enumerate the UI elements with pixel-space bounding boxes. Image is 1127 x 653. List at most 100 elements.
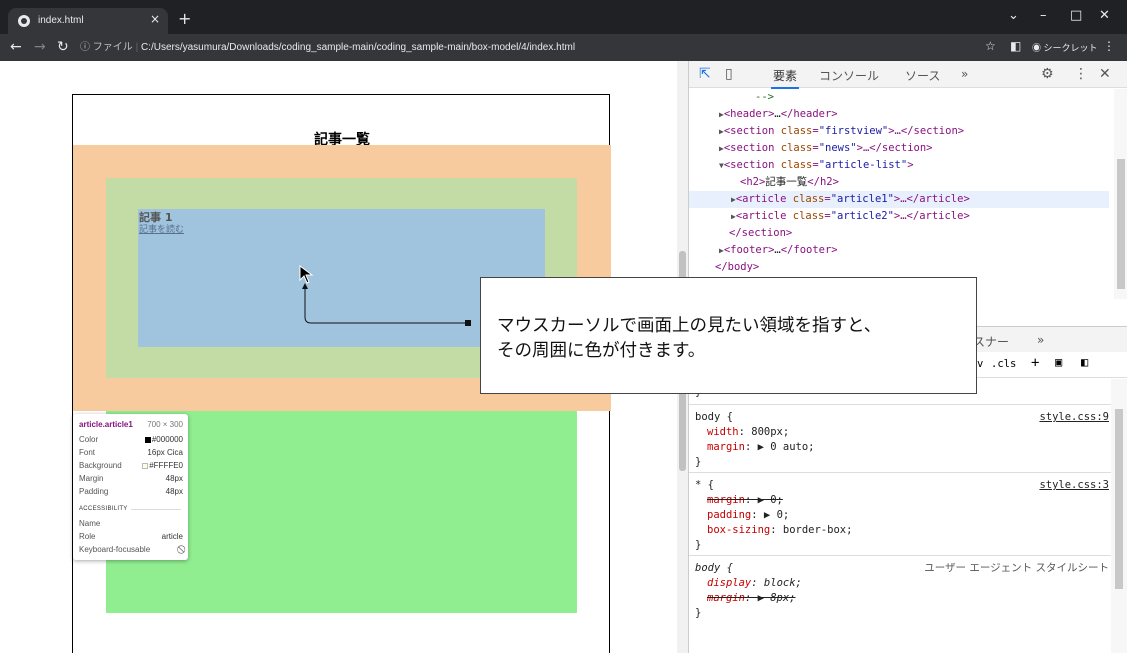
more-tabs-button[interactable]: »	[961, 67, 968, 81]
rule-selector: body {	[695, 411, 733, 423]
close-devtools-icon[interactable]: ✕	[1099, 66, 1111, 82]
menu-kebab-icon[interactable]: ⋮	[1103, 39, 1115, 53]
new-tab-button[interactable]: +	[178, 11, 191, 27]
back-button[interactable]: ←	[10, 39, 22, 55]
rule-selector: body {	[695, 562, 733, 574]
property-name: padding	[707, 509, 752, 521]
dom-node[interactable]: ▶<article class="article2">…</article>	[689, 208, 1109, 225]
dom-tag: </h2>	[807, 176, 839, 188]
dom-scrollbar-thumb[interactable]	[1117, 159, 1125, 289]
browser-tab[interactable]: index.html ×	[8, 8, 168, 34]
tab-console[interactable]: コンソール	[819, 67, 879, 84]
dom-tag: >…</section>	[888, 125, 965, 137]
rule-source-link[interactable]: style.css:3	[1039, 478, 1109, 493]
device-toolbar-icon[interactable]: ▯	[725, 66, 733, 82]
tooltip-header: article.article1 700 × 300	[79, 420, 183, 429]
collapse-triangle-icon[interactable]: ▼	[719, 161, 724, 170]
dom-node[interactable]: ▶<footer>…</footer>	[689, 242, 1109, 259]
style-declaration: display: block;	[707, 577, 802, 589]
styles-rules: } body {style.css:9 width: 800px; margin…	[689, 379, 1111, 653]
annotation-callout: マウスカーソルで画面上の見たい領域を指すと、 その周囲に色が付きます。	[480, 277, 977, 394]
dom-node[interactable]: </body>	[689, 259, 1109, 276]
info-icon[interactable]: ⓘ	[80, 42, 90, 53]
style-declaration[interactable]: width: 800px;	[707, 425, 789, 440]
style-rule-body: body { style.css:9 width: 800px; margin: …	[689, 406, 1111, 473]
url-text: C:/Users/yasumura/Downloads/coding_sampl…	[140, 42, 576, 53]
omnibox[interactable]: ⓘ ファイル | C:/Users/yasumura/Downloads/cod…	[80, 38, 1010, 57]
read-more-link[interactable]: 記事を読む	[139, 222, 184, 235]
inspect-tooltip: article.article1 700 × 300 Color #000000 …	[73, 414, 188, 560]
tab-elements[interactable]: 要素	[770, 67, 800, 89]
dom-attr-value: "firstview"	[818, 125, 889, 137]
tab-close-button[interactable]: ×	[150, 12, 160, 26]
dom-tag: section	[730, 159, 775, 171]
expand-triangle-icon[interactable]: ▶	[731, 195, 736, 204]
expand-triangle-icon[interactable]: ▶	[731, 212, 736, 221]
style-declaration[interactable]: margin: ▶ 0 auto;	[707, 440, 815, 455]
incognito-label[interactable]: ◉ シークレット	[1032, 41, 1098, 54]
dom-tag: <h2>	[740, 176, 766, 188]
dom-tag: >	[907, 159, 914, 171]
style-rule-user-agent: body {ユーザー エージェント スタイルシート display: block…	[689, 557, 1111, 653]
reload-button[interactable]: ↻	[57, 39, 69, 55]
maximize-button[interactable]: □	[1070, 8, 1082, 23]
cls-toggle[interactable]: .cls	[991, 358, 1016, 370]
dom-node[interactable]: ▶<section class="news">…</section>	[689, 140, 1109, 157]
tooltip-key: Margin	[79, 474, 104, 483]
gear-icon[interactable]: ⚙	[1041, 66, 1054, 82]
property-value: ▶ 8px;	[757, 592, 796, 604]
dom-tag: article	[742, 193, 787, 205]
dom-node[interactable]: -->	[689, 89, 1109, 106]
dom-node[interactable]: ▶<header>…</header>	[689, 106, 1109, 123]
forward-button[interactable]: →	[34, 39, 46, 55]
callout-leader-line	[302, 283, 467, 324]
toggle-sidebar-icon[interactable]: ◧	[1081, 355, 1088, 369]
styles-scrollbar-thumb[interactable]	[1115, 409, 1123, 589]
bookmark-star-icon[interactable]: ☆	[985, 39, 996, 53]
inspect-element-icon[interactable]: ⇱	[699, 66, 711, 82]
hov-toggle[interactable]: v	[977, 358, 983, 370]
style-declaration[interactable]: box-sizing: border-box;	[707, 523, 852, 538]
expand-triangle-icon[interactable]: ▶	[719, 144, 724, 153]
style-declaration[interactable]: padding: ▶ 0;	[707, 508, 789, 523]
color-swatch	[144, 436, 151, 443]
side-panel-icon[interactable]: ◧	[1010, 39, 1021, 53]
devtools-tab-bar: ⇱ ▯ 要素 コンソール ソース » ⚙ ⋮ ✕	[689, 61, 1127, 89]
close-window-button[interactable]: ✕	[1099, 8, 1110, 23]
dom-tag: </section>	[729, 227, 793, 239]
chevron-down-icon[interactable]: ⌄	[1008, 8, 1019, 23]
dom-attr-value: "news"	[818, 142, 857, 154]
dom-tag: </body>	[715, 261, 760, 273]
property-value: block;	[763, 577, 802, 589]
dom-attr-value: "article1"	[830, 193, 894, 205]
new-style-rule-icon[interactable]: +	[1031, 355, 1039, 371]
incognito-text: シークレット	[1043, 43, 1098, 53]
tooltip-key: Padding	[79, 487, 109, 496]
style-declaration-overridden[interactable]: margin: ▶ 0;	[707, 493, 783, 508]
dom-node[interactable]: <h2>記事一覧</h2>	[689, 174, 1109, 191]
address-toolbar: ← → ↻ ⓘ ファイル | C:/Users/yasumura/Downloa…	[0, 34, 1127, 61]
devtools-menu-icon[interactable]: ⋮	[1074, 66, 1088, 82]
dom-node[interactable]: ▶<section class="firstview">…</section>	[689, 123, 1109, 140]
dom-tag: <header>	[723, 108, 775, 120]
tab-sources[interactable]: ソース	[905, 67, 940, 84]
dom-attr: class	[780, 159, 813, 171]
element-state-icon[interactable]: ▣	[1055, 355, 1062, 369]
dom-node[interactable]: ▼<section class="article-list">	[689, 157, 1109, 174]
dom-node[interactable]: </section>	[689, 225, 1109, 242]
dom-node-selected[interactable]: ▶<article class="article1">…</article>	[689, 191, 1109, 208]
dom-attr-value: "article2"	[830, 210, 894, 222]
styles-scrollbar[interactable]	[1111, 379, 1127, 653]
accessibility-header: ACCESSIBILITY	[79, 506, 183, 512]
more-panes-button[interactable]: »	[1037, 333, 1044, 347]
style-declaration-overridden: margin: ▶ 8px;	[707, 592, 796, 604]
property-value: ▶ 0;	[757, 494, 783, 506]
expand-triangle-icon[interactable]: ▶	[719, 127, 724, 136]
tooltip-key: Color	[79, 435, 99, 444]
property-name: margin	[707, 494, 745, 506]
callout-line-2: その周囲に色が付きます。	[497, 341, 706, 361]
dom-tree-scrollbar[interactable]	[1114, 89, 1127, 299]
rule-source-link[interactable]: style.css:9	[1039, 410, 1109, 425]
dom-tag: >…</article>	[893, 193, 970, 205]
minimize-button[interactable]: –	[1040, 8, 1047, 23]
